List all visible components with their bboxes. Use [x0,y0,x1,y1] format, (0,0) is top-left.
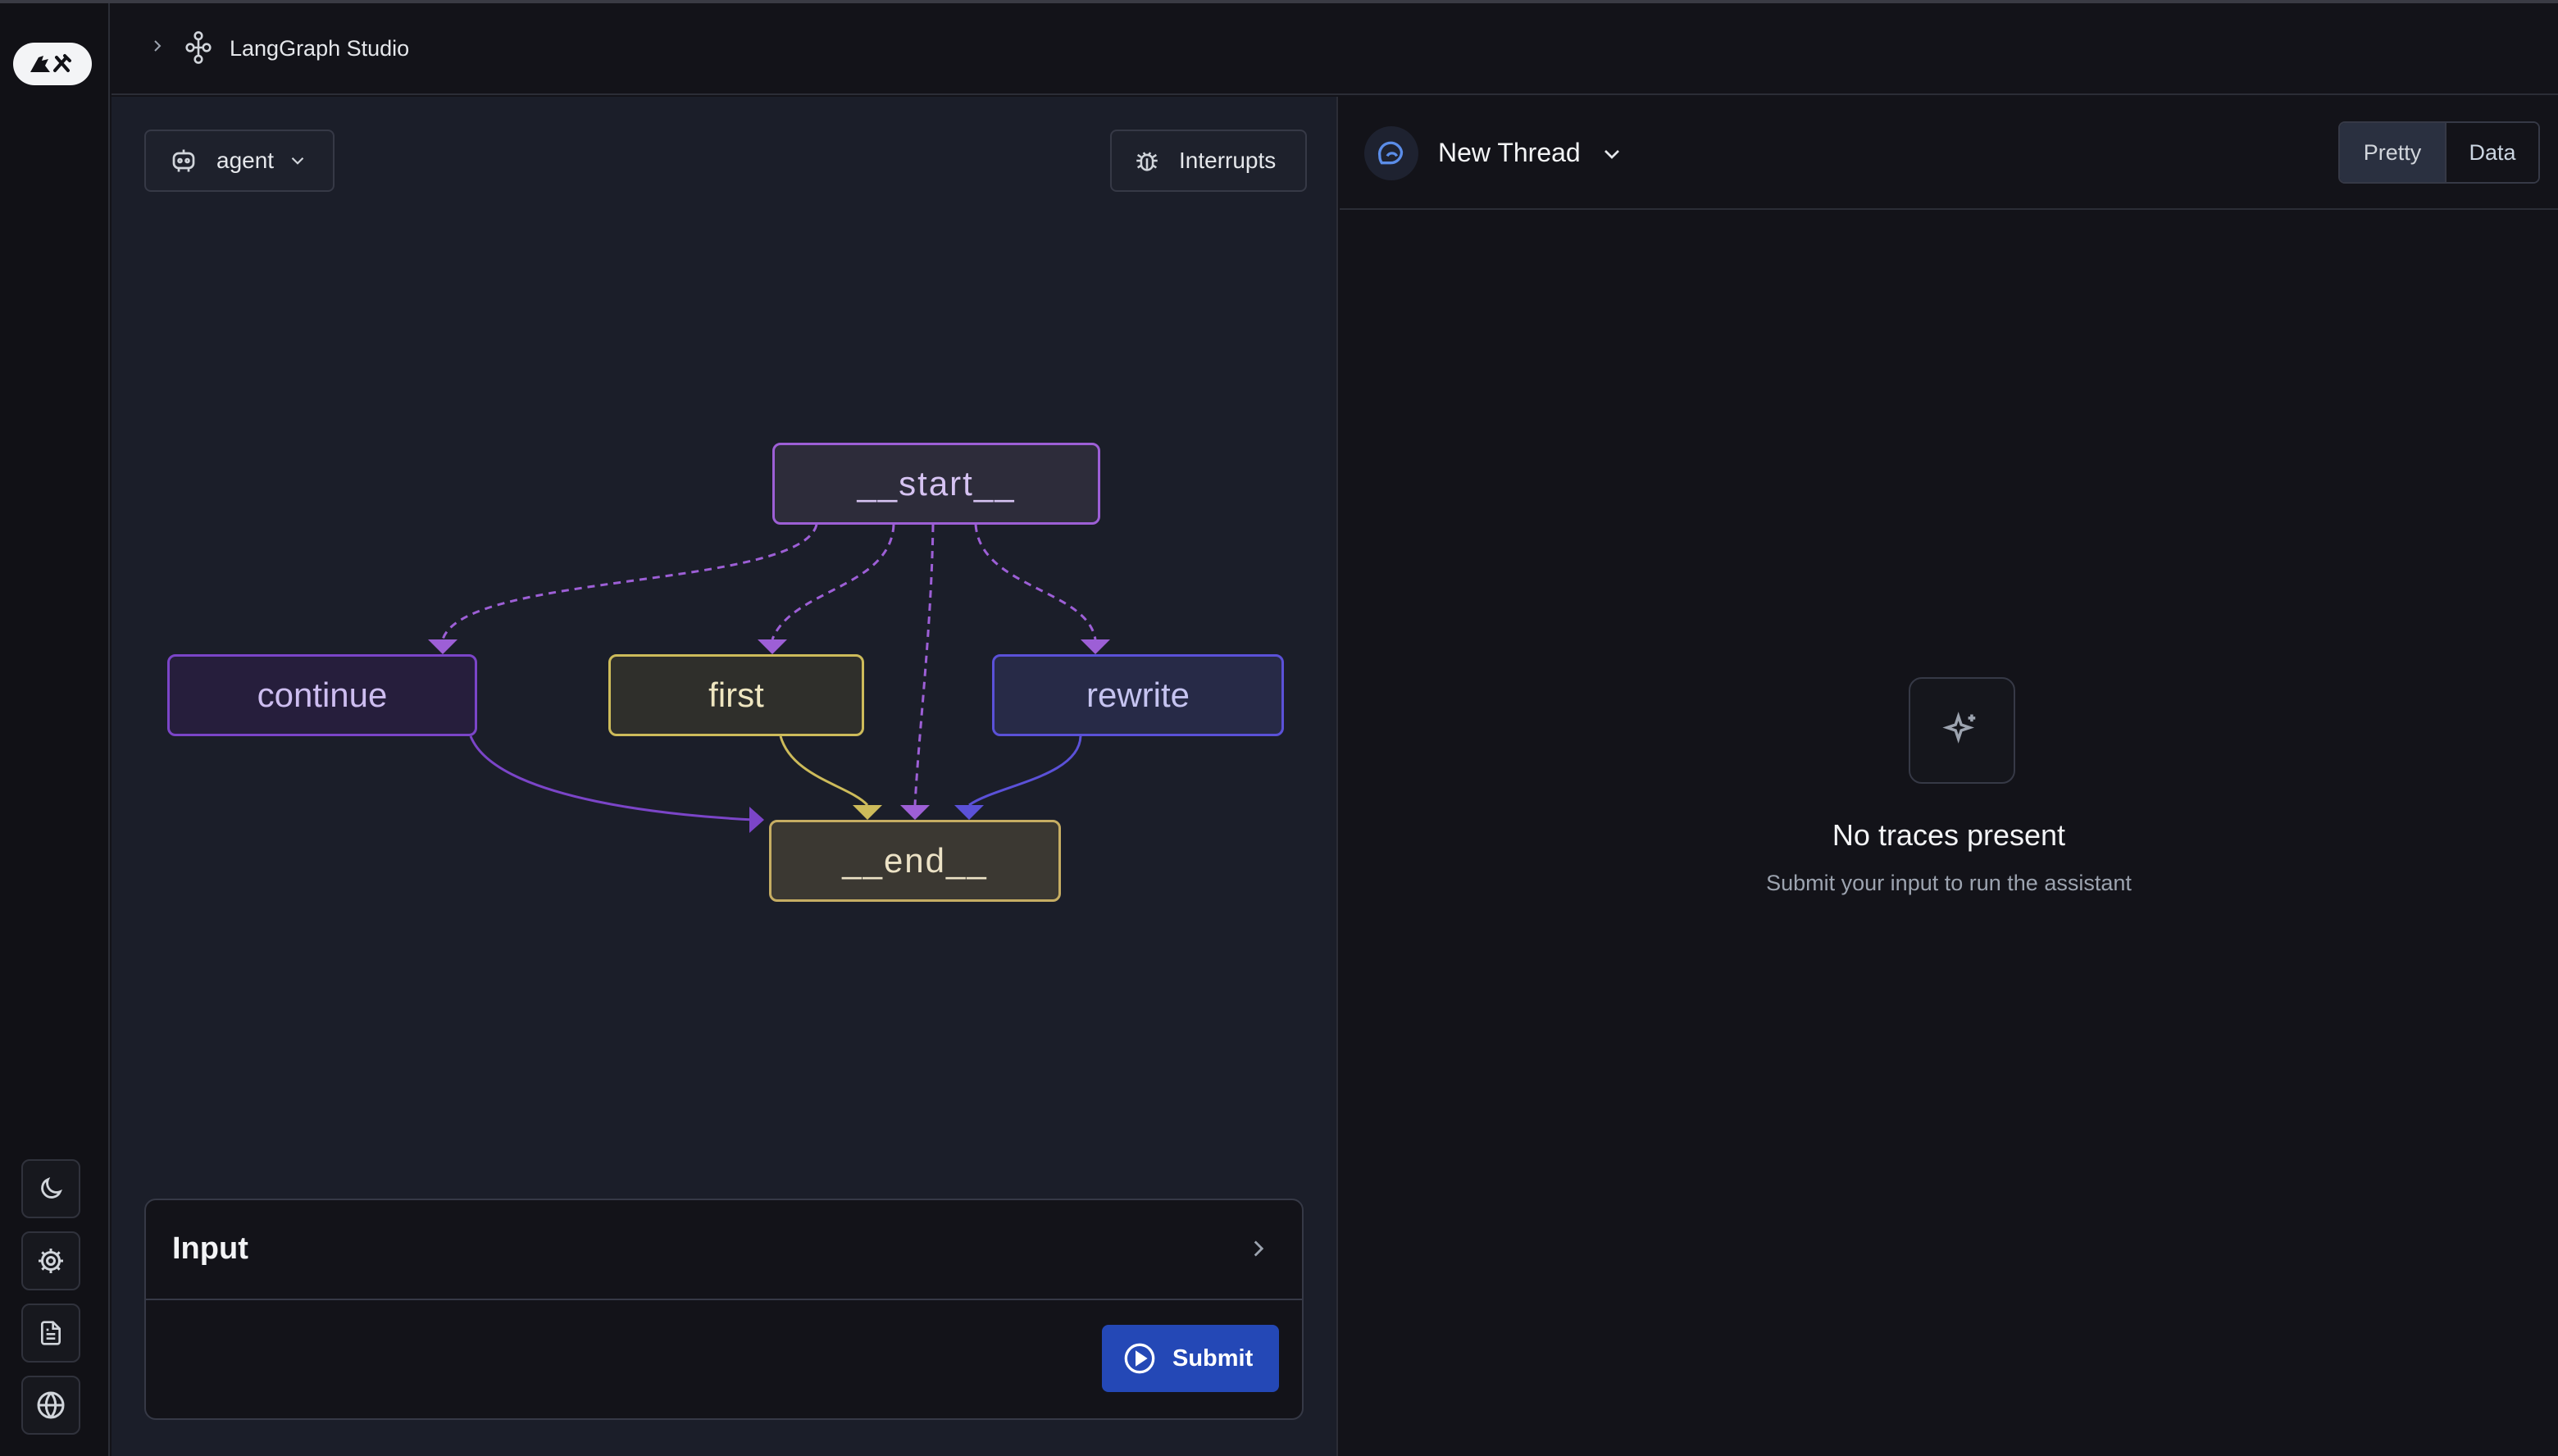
arrow-start-end [900,805,930,820]
chevron-right-icon[interactable] [148,36,167,56]
trace-panel: New Thread Pretty Data No traces present… [1340,97,2558,1456]
chevron-right-icon[interactable] [1245,1235,1272,1263]
node-continue[interactable]: continue [167,654,477,736]
thread-title[interactable]: New Thread [1438,138,1581,168]
sparkle-icon [1909,677,2015,784]
interrupts-button[interactable]: Interrupts [1110,130,1307,192]
arrow-continue-end [749,807,764,833]
arrow-continue [428,639,457,654]
web-button[interactable] [21,1376,80,1435]
theme-toggle-button[interactable] [21,1159,80,1218]
arrow-first-end [853,805,882,820]
view-toggle: Pretty Data [2338,121,2540,184]
document-icon [41,1321,61,1345]
gear-icon [39,1249,63,1273]
docs-button[interactable] [21,1304,80,1363]
breadcrumb-title: LangGraph Studio [230,36,410,61]
node-end[interactable]: __end__ [769,820,1061,902]
langgraph-logo-icon[interactable] [13,43,92,85]
graph-select-button[interactable]: agent [144,130,335,192]
submit-label: Submit [1172,1345,1254,1372]
edge-start-continue [441,524,818,640]
graph-select-label: agent [216,148,275,173]
top-header: LangGraph Studio [112,3,2558,95]
arrow-first [758,639,787,654]
chevron-down-icon [291,157,304,165]
input-card: Input Submit [144,1199,1304,1420]
arrow-rewrite [1081,639,1110,654]
input-title: Input [172,1231,248,1266]
submit-button[interactable]: Submit [1102,1325,1279,1392]
globe-icon [37,1391,65,1419]
edge-start-first [771,524,895,640]
edge-first-end [779,735,869,807]
node-first[interactable]: first [608,654,864,736]
input-card-header[interactable]: Input [146,1200,1302,1300]
chevron-down-icon[interactable] [1599,141,1625,167]
graph-nodes-icon [185,31,212,64]
play-circle-icon [1124,1343,1155,1374]
thread-header: New Thread Pretty Data [1340,97,2558,210]
interrupts-label: Interrupts [1179,148,1277,173]
empty-state-subtitle: Submit your input to run the assistant [1766,871,2132,895]
edge-start-rewrite [974,524,1097,640]
chat-bubble-icon [1364,126,1418,180]
left-rail [0,3,110,1456]
app-window: LangGraph Studio agent Interrupts __star… [0,0,2558,1456]
tab-pretty[interactable]: Pretty [2340,123,2446,182]
node-rewrite[interactable]: rewrite [992,654,1284,736]
empty-state-title: No traces present [1832,818,2066,852]
node-start[interactable]: __start__ [772,443,1100,525]
settings-button[interactable] [21,1231,80,1290]
arrow-rewrite-end [954,805,984,820]
edge-continue-end [469,735,755,821]
tab-data[interactable]: Data [2446,123,2538,182]
robot-icon [172,149,195,172]
moon-icon [41,1176,63,1199]
edge-start-end [913,524,935,806]
graph-panel: agent Interrupts __start__ continue firs… [112,97,1338,1456]
bug-icon [1136,152,1158,171]
edge-rewrite-end [968,735,1082,807]
